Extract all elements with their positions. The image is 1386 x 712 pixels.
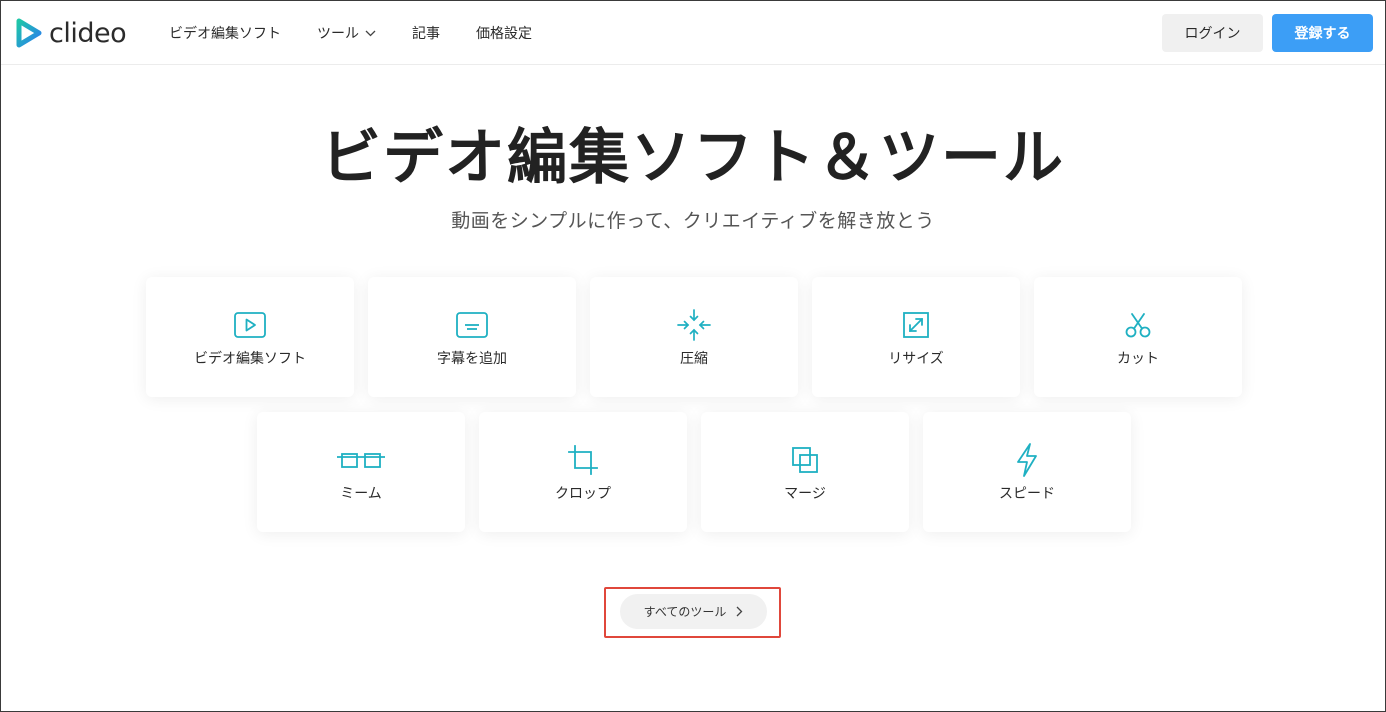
scissors-icon <box>1034 311 1242 339</box>
tool-card-label: マージ <box>784 486 826 502</box>
tool-card-resize[interactable]: リサイズ <box>812 277 1020 397</box>
tool-card-merge[interactable]: マージ <box>701 412 909 532</box>
tool-card-label: クロップ <box>555 486 611 502</box>
glasses-icon <box>257 446 465 474</box>
tool-card-label: カット <box>1117 351 1159 367</box>
nav-item-tools[interactable]: ツール <box>317 23 376 43</box>
nav-item-label: ビデオ編集ソフト <box>169 26 281 42</box>
compress-icon <box>590 309 798 341</box>
logo-text: clideo <box>49 17 127 49</box>
chevron-down-icon <box>365 30 376 37</box>
tool-card-label: スピード <box>999 486 1055 502</box>
crop-icon <box>479 445 687 475</box>
nav-item-label: 価格設定 <box>476 26 532 42</box>
logo[interactable]: clideo <box>16 15 127 51</box>
merge-icon <box>701 446 909 474</box>
tool-card-label: ビデオ編集ソフト <box>194 351 306 367</box>
tool-card-speed[interactable]: スピード <box>923 412 1131 532</box>
nav-item-pricing[interactable]: 価格設定 <box>476 23 532 43</box>
tool-card-label: リサイズ <box>888 351 944 367</box>
nav-item-label: ツール <box>317 26 359 42</box>
subtitles-icon <box>368 311 576 339</box>
chevron-right-icon <box>736 606 743 617</box>
tool-card-crop[interactable]: クロップ <box>479 412 687 532</box>
nav-item-label: 記事 <box>412 26 440 42</box>
lightning-icon <box>923 443 1131 477</box>
nav-item-video-editor[interactable]: ビデオ編集ソフト <box>169 23 281 43</box>
login-button[interactable]: ログイン <box>1162 14 1263 52</box>
tool-card-cut[interactable]: カット <box>1034 277 1242 397</box>
tool-card-compress[interactable]: 圧縮 <box>590 277 798 397</box>
resize-icon <box>812 311 1020 339</box>
play-icon <box>146 311 354 339</box>
tool-card-subtitles[interactable]: 字幕を追加 <box>368 277 576 397</box>
page-title: ビデオ編集ソフト＆ツール <box>321 123 1065 193</box>
logo-play-icon <box>16 18 42 48</box>
page-subtitle: 動画をシンプルに作って、クリエイティブを解き放とう <box>451 210 935 232</box>
main-nav: ビデオ編集ソフト ツール 記事 価格設定 <box>169 1 568 65</box>
tool-card-label: ミーム <box>340 486 382 502</box>
signup-button[interactable]: 登録する <box>1272 14 1373 52</box>
tool-card-label: 字幕を追加 <box>437 351 507 367</box>
all-tools-label: すべてのツール <box>643 605 727 619</box>
nav-item-articles[interactable]: 記事 <box>412 23 440 43</box>
tool-card-video-editor[interactable]: ビデオ編集ソフト <box>146 277 354 397</box>
tool-card-label: 圧縮 <box>680 351 708 367</box>
tool-card-meme[interactable]: ミーム <box>257 412 465 532</box>
all-tools-button[interactable]: すべてのツール <box>620 594 767 629</box>
top-header: clideo ビデオ編集ソフト ツール 記事 価格設定 ログイン 登録する <box>1 1 1385 65</box>
